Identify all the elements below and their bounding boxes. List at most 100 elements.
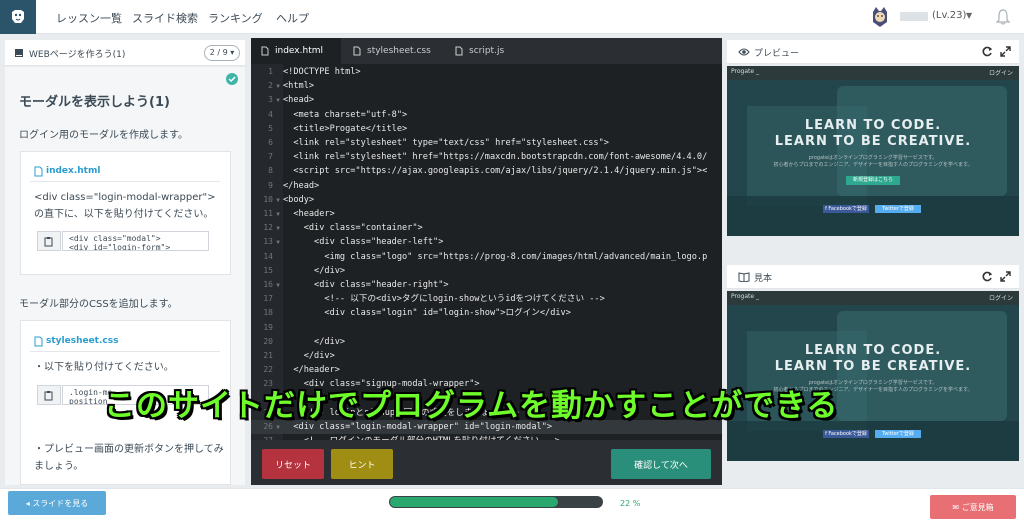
- line-number: 6: [268, 138, 273, 147]
- line-number: 22: [263, 365, 273, 375]
- preview-frame[interactable]: Progate _ ログイン LEARN TO CODE. LEARN TO B…: [727, 66, 1019, 236]
- top-nav: レッスン一覧 スライド検索 ランキング ヘルプ (Lv.23) ▼: [0, 0, 1024, 34]
- line-text: <link rel="stylesheet" href="https://max…: [283, 152, 708, 163]
- lesson-course-title: WEBページを作ろう(1): [29, 50, 126, 60]
- tab-stylesheet-css[interactable]: stylesheet.css: [343, 38, 441, 64]
- code-line[interactable]: 22 </header>: [251, 363, 722, 377]
- progress-bar: [389, 496, 603, 508]
- code-line[interactable]: 11 ▼ <header>: [251, 207, 722, 221]
- reset-button[interactable]: リセット: [262, 449, 324, 479]
- line-number: 19: [263, 322, 273, 332]
- line-number: 21: [263, 351, 273, 360]
- line-number: 8: [268, 166, 273, 176]
- bell-icon[interactable]: [996, 9, 1010, 25]
- code-line[interactable]: 14 <img class="logo" src="https://prog-8…: [251, 250, 722, 264]
- code-line[interactable]: 1 <!DOCTYPE html>: [251, 65, 722, 79]
- code-line[interactable]: 9 </head>: [251, 179, 722, 193]
- tab-script-js[interactable]: script.js: [445, 38, 535, 64]
- code-line[interactable]: 15 </div>: [251, 264, 722, 278]
- overlay-caption: このサイトだけでプログラムを動かすことができる: [104, 388, 839, 424]
- preview-headline: LEARN TO BE CREATIVE.: [774, 134, 972, 149]
- snippet-line: <div id="login-form">: [69, 243, 171, 251]
- check-next-button[interactable]: 確認して次へ: [611, 449, 711, 479]
- fold-arrow-icon[interactable]: ▼: [273, 208, 283, 222]
- user-name: [900, 11, 930, 22]
- line-text: <header>: [283, 209, 335, 219]
- code-line[interactable]: 10 ▼ <body>: [251, 193, 722, 207]
- expand-icon[interactable]: [1000, 271, 1011, 282]
- preview-facebook-button[interactable]: f Facebookで登録: [823, 205, 869, 213]
- file-icon: [455, 46, 463, 56]
- code-line[interactable]: 13 ▼ <div class="header-left">: [251, 235, 722, 249]
- nav-slide-search[interactable]: スライド検索: [132, 10, 198, 26]
- fold-arrow-icon[interactable]: ▼: [273, 80, 283, 94]
- code-snippet[interactable]: <div class="modal"> <div id="login-form"…: [62, 231, 209, 251]
- reload-icon[interactable]: [982, 46, 993, 57]
- code-line[interactable]: 16 ▼ <div class="header-right">: [251, 278, 722, 292]
- expand-icon[interactable]: [1000, 46, 1011, 57]
- nav-ranking[interactable]: ランキング: [208, 10, 263, 26]
- code-line[interactable]: 17 <!-- 以下の<div>タグにlogin-showというidをつけてくだ…: [251, 292, 722, 306]
- preview-signup-button[interactable]: 新規登録はこちら: [846, 176, 900, 185]
- progate-logo[interactable]: [0, 0, 36, 34]
- line-text: </div>: [283, 336, 346, 347]
- code-line[interactable]: 21 </div>: [251, 349, 722, 363]
- nav-lessons[interactable]: レッスン一覧: [56, 10, 122, 26]
- view-slides-button[interactable]: ◂ スライドを見る: [8, 491, 106, 515]
- code-line[interactable]: 5 <title>Progate</title>: [251, 122, 722, 136]
- preview-twitter-button[interactable]: Twitterで登録: [875, 205, 921, 213]
- line-number: 1: [268, 67, 273, 76]
- preview-header: プレビュー: [727, 40, 1019, 64]
- code-line[interactable]: 19: [251, 321, 722, 335]
- copy-button[interactable]: [37, 231, 61, 251]
- lesson-title: モーダルを表示しよう(1): [19, 95, 170, 110]
- line-number: 14: [263, 251, 273, 261]
- code-line[interactable]: 4 <meta charset="utf-8">: [251, 108, 722, 122]
- line-number: 18: [263, 308, 273, 318]
- hint-button[interactable]: ヒント: [331, 449, 393, 479]
- avatar[interactable]: [870, 6, 890, 28]
- reload-icon[interactable]: [982, 271, 993, 282]
- code-line[interactable]: 6 <link rel="stylesheet" type="text/css"…: [251, 136, 722, 150]
- tab-index-html[interactable]: index.html: [251, 38, 341, 64]
- eye-icon: [738, 48, 750, 56]
- preview-subtext: progateはオンラインプログラミング学習サービスです。: [808, 155, 938, 161]
- sample-twitter-button[interactable]: Twitterで登録: [875, 430, 921, 438]
- page-selector[interactable]: 2 / 9 ▾: [204, 45, 240, 61]
- line-text: <html>: [283, 81, 315, 92]
- section-heading: モーダル部分のCSSを追加します。: [19, 299, 178, 310]
- nav-help[interactable]: ヘルプ: [276, 10, 309, 26]
- line-text: <body>: [283, 194, 315, 205]
- sample-frame[interactable]: Progate _ ログイン LEARN TO CODE. LEARN TO B…: [727, 291, 1019, 461]
- line-text: </div>: [283, 351, 335, 361]
- fold-arrow-icon[interactable]: ▼: [273, 236, 283, 250]
- preview-login-link[interactable]: ログイン: [989, 68, 1013, 77]
- fold-arrow-icon[interactable]: ▼: [273, 222, 283, 236]
- code-line[interactable]: 7 <link rel="stylesheet" href="https://m…: [251, 150, 722, 164]
- feedback-button[interactable]: ✉ ご意見箱: [930, 495, 1016, 519]
- sample-facebook-button[interactable]: f Facebookで登録: [823, 430, 869, 438]
- code-line[interactable]: 8 <script src="https://ajax.googleapis.c…: [251, 164, 722, 178]
- fold-arrow-icon[interactable]: ▼: [273, 194, 283, 208]
- line-number: 17: [263, 294, 273, 304]
- file-icon: [353, 46, 361, 56]
- card-file-name: index.html: [46, 166, 101, 176]
- fold-arrow-icon[interactable]: ▼: [273, 94, 283, 108]
- line-number: 5: [268, 123, 273, 133]
- chevron-down-icon[interactable]: ▼: [966, 11, 972, 20]
- code-line[interactable]: 3 ▼ <head>: [251, 93, 722, 107]
- sample-navbar: [727, 291, 1019, 305]
- line-number: 20: [263, 336, 273, 346]
- copy-button[interactable]: [37, 385, 61, 405]
- file-icon: [261, 46, 269, 56]
- code-line[interactable]: 20 </div>: [251, 335, 722, 349]
- file-icon: [34, 166, 43, 177]
- card-divider: [30, 181, 220, 182]
- line-text: <script src="https://ajax.googleapis.com…: [283, 166, 708, 177]
- fold-arrow-icon[interactable]: ▼: [273, 279, 283, 293]
- code-line[interactable]: 2 ▼ <html>: [251, 79, 722, 93]
- sample-login-link[interactable]: ログイン: [989, 293, 1013, 302]
- code-line[interactable]: 12 ▼ <div class="container">: [251, 221, 722, 235]
- card-divider: [30, 351, 220, 352]
- code-line[interactable]: 18 <div class="login" id="login-show">ログ…: [251, 306, 722, 320]
